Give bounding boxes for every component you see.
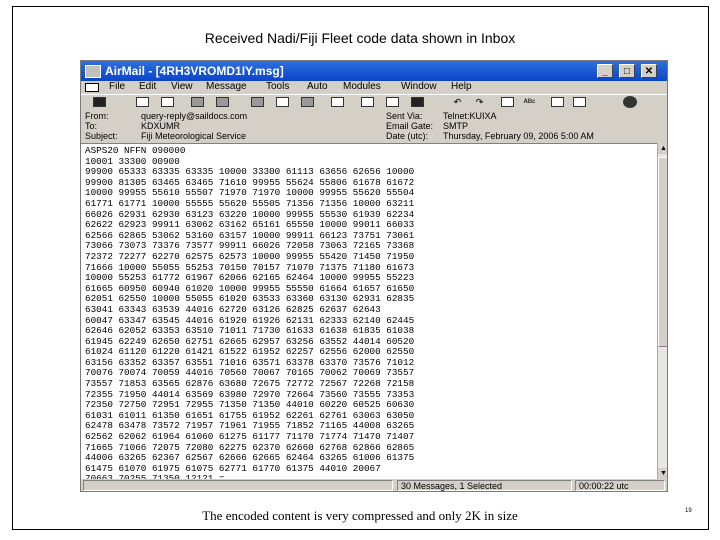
- airmail-app-icon: [85, 65, 101, 78]
- date-label: Date (utc):: [386, 131, 429, 141]
- envelope-icon[interactable]: [331, 97, 344, 107]
- menu-help[interactable]: Help: [451, 81, 472, 92]
- scroll-up-icon[interactable]: ▲: [658, 143, 667, 154]
- message-line: 61771 61771 10000 55555 55620 55505 7135…: [85, 197, 415, 209]
- forward-icon[interactable]: [216, 97, 229, 107]
- menu-auto[interactable]: Auto: [307, 81, 328, 92]
- table-icon[interactable]: [573, 97, 586, 107]
- message-text: ASPS20 NFFN 090000 10001 33300 00900 99900…: [85, 145, 415, 485]
- sent-via-label: Sent Via:: [386, 111, 423, 121]
- date-value: Thursday, February 09, 2006 5:00 AM: [443, 131, 594, 141]
- menu-edit[interactable]: Edit: [139, 81, 156, 92]
- status-empty-cell: [83, 480, 393, 491]
- doc-icon[interactable]: [93, 97, 106, 107]
- minimize-button[interactable]: _: [597, 64, 613, 78]
- new-icon[interactable]: [136, 97, 149, 107]
- outbox-icon[interactable]: [386, 97, 399, 107]
- address-book-icon[interactable]: [551, 97, 564, 107]
- document-menu-icon[interactable]: [85, 83, 99, 92]
- menu-window[interactable]: Window: [401, 81, 437, 92]
- message-line: 63041 63343 63539 44016 62720 63126 6282…: [85, 303, 381, 315]
- menu-bar: File Edit View Message Tools Auto Module…: [81, 81, 667, 94]
- forward-arrow-icon[interactable]: ↷: [473, 97, 486, 107]
- mail-gate-value: SMTP: [443, 121, 469, 131]
- maximize-button[interactable]: □: [619, 64, 635, 78]
- slide-caption: The encoded content is very compressed a…: [202, 508, 518, 523]
- scrollbar-thumb[interactable]: [658, 157, 667, 347]
- close-button[interactable]: ✕: [641, 64, 657, 78]
- spell-icon[interactable]: [501, 97, 514, 107]
- reply-icon[interactable]: [191, 97, 204, 107]
- menu-message[interactable]: Message: [206, 81, 247, 92]
- menu-view[interactable]: View: [171, 81, 193, 92]
- from-value: query-reply@saildocs.com: [141, 111, 248, 121]
- from-label: From:: [85, 111, 109, 121]
- subject-label: Subject:: [85, 131, 118, 141]
- message-line: 72372 72277 62270 62575 62573 10000 9995…: [85, 250, 415, 262]
- folder-icon[interactable]: [276, 97, 289, 107]
- slide-title: Received Nadi/Fiji Fleet code data shown…: [204, 30, 516, 46]
- menu-modules[interactable]: Modules: [343, 81, 381, 92]
- message-line: ASPS20 NFFN 090000: [85, 145, 186, 156]
- subject-value: Fiji Meteorological Service: [141, 131, 247, 141]
- toolbar: ↶ ↷ ᴬᴮᶜ: [81, 94, 667, 111]
- window-title: AirMail - [4RH3VROMD1IY.msg]: [105, 64, 284, 78]
- print-icon[interactable]: [251, 97, 264, 107]
- scroll-down-icon[interactable]: ▼: [658, 468, 667, 479]
- help-icon[interactable]: [623, 96, 637, 108]
- message-body[interactable]: ASPS20 NFFN 090000 10001 33300 00900 99900…: [81, 143, 657, 484]
- abc-icon[interactable]: ᴬᴮᶜ: [523, 97, 536, 107]
- copy-icon[interactable]: [161, 97, 174, 107]
- mail-gate-label: Email Gate:: [386, 121, 434, 131]
- message-headers: From: query-reply@saildocs.com To: KDXUM…: [81, 110, 667, 142]
- status-bar: 30 Messages, 1 Selected 00:00:22 utc: [81, 479, 667, 491]
- back-icon[interactable]: ↶: [451, 97, 464, 107]
- status-messages: 30 Messages, 1 Selected: [397, 480, 572, 491]
- menu-file[interactable]: File: [109, 81, 125, 92]
- page-number: 19: [685, 508, 692, 514]
- sent-via-value: Telnet:KUIXA: [443, 111, 497, 121]
- window-titlebar[interactable]: AirMail - [4RH3VROMD1IY.msg] _ □ ✕: [81, 61, 667, 81]
- to-value: KDXUMR: [141, 121, 181, 131]
- status-time: 00:00:22 utc: [575, 480, 665, 491]
- airmail-window: AirMail - [4RH3VROMD1IY.msg] _ □ ✕ File …: [80, 60, 668, 492]
- attach-icon[interactable]: [301, 97, 314, 107]
- vertical-scrollbar[interactable]: ▲ ▼: [657, 143, 667, 479]
- trash-icon[interactable]: [411, 97, 424, 107]
- inbox-icon[interactable]: [361, 97, 374, 107]
- menu-tools[interactable]: Tools: [266, 81, 289, 92]
- to-label: To:: [85, 121, 98, 131]
